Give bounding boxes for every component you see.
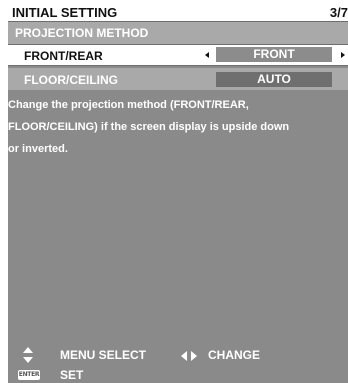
right-arrow-icon[interactable] bbox=[341, 52, 345, 58]
menu-select-label: MENU SELECT bbox=[60, 348, 147, 362]
enter-key-icon: ENTER bbox=[18, 370, 40, 380]
page-indicator: 3/7 bbox=[329, 5, 348, 20]
setting-row-front-rear[interactable]: FRONT/REAR FRONT bbox=[8, 44, 348, 66]
setting-value-floor-ceiling[interactable]: AUTO bbox=[216, 72, 332, 87]
left-arrow-icon[interactable] bbox=[205, 52, 209, 58]
leftright-arrows-icon bbox=[181, 351, 197, 361]
menu-title: INITIAL SETTING bbox=[12, 5, 118, 20]
help-description: Change the projection method (FRONT/REAR… bbox=[8, 99, 290, 155]
section-title: PROJECTION METHOD bbox=[15, 26, 149, 40]
setting-label-front-rear: FRONT/REAR bbox=[24, 49, 103, 63]
section-header: PROJECTION METHOD bbox=[8, 22, 348, 44]
projector-osd-menu: INITIAL SETTING 3/7 PROJECTION METHOD FR… bbox=[8, 2, 348, 383]
setting-value-front-rear[interactable]: FRONT bbox=[216, 47, 332, 62]
setting-label-floor-ceiling: FLOOR/CEILING bbox=[24, 73, 118, 87]
set-label: SET bbox=[60, 368, 84, 382]
setting-row-floor-ceiling[interactable]: FLOOR/CEILING AUTO bbox=[8, 68, 348, 90]
change-label: CHANGE bbox=[208, 348, 261, 362]
menu-title-bar: INITIAL SETTING 3/7 bbox=[8, 2, 348, 22]
updown-arrows-icon bbox=[23, 347, 33, 363]
